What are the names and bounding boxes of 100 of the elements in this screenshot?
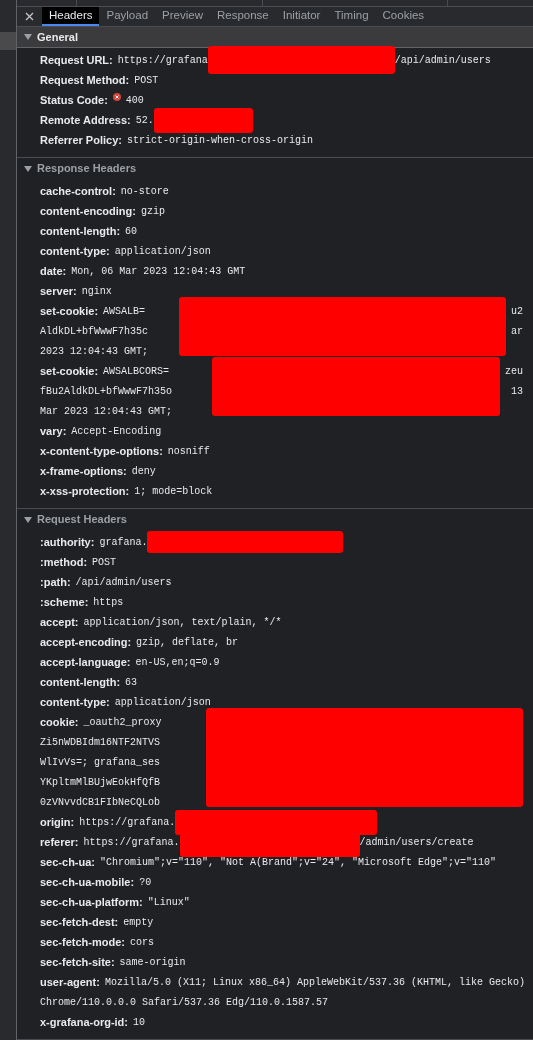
header-name: content-encoding:	[40, 203, 136, 219]
header-name: content-length:	[40, 223, 121, 239]
header-value: u2	[511, 304, 523, 319]
selected-row-strip	[0, 32, 16, 50]
header-name: referer:	[40, 834, 79, 850]
header-value: deny	[131, 464, 156, 479]
header-name: Referrer Policy:	[40, 132, 122, 148]
header-value: AWSALBCORS=	[103, 364, 170, 379]
triangle-down-icon	[24, 33, 32, 41]
header-value: WlIvVs=; grafana_ses	[40, 755, 161, 770]
header-value: AldkDL+bfWwwF7h35c	[40, 324, 149, 339]
header-value: application/json	[114, 244, 211, 259]
section-header[interactable]: Response Headers	[17, 158, 533, 179]
header-name: x-xss-protection:	[40, 483, 130, 499]
header-name: content-type:	[40, 694, 110, 710]
header-value: fBu2AldkDL+bfWwwF7h35o	[40, 384, 173, 399]
header-name: accept:	[40, 614, 79, 630]
header-value: Zi5nWDBIdm16NTF2NTVS	[40, 735, 161, 750]
header-value: https	[93, 595, 124, 610]
header-value: Mar 2023 12:04:43 GMT;	[40, 404, 173, 419]
header-value: zeu	[505, 364, 523, 379]
header-name: sec-ch-ua-mobile:	[40, 874, 135, 890]
header-name: sec-ch-ua-platform:	[40, 894, 143, 910]
header-name: x-content-type-options:	[40, 443, 163, 459]
header-value: grafana.	[99, 535, 148, 550]
tab[interactable]: Headers	[42, 6, 100, 26]
header-value: https://grafana.	[79, 815, 176, 830]
header-value: strict-origin-when-cross-origin	[126, 133, 313, 148]
header-value: https://grafana	[117, 53, 208, 68]
header-value: ?0	[139, 875, 152, 890]
header-name: server:	[40, 283, 77, 299]
header-value: gzip	[140, 204, 165, 219]
header-name: cache-control:	[40, 183, 116, 199]
header-name: Request Method:	[40, 72, 130, 88]
header-value: application/json	[114, 695, 211, 710]
header-name: x-grafana-org-id:	[40, 1014, 128, 1030]
header-value: application/json, text/plain, */*	[83, 615, 282, 630]
header-value: Mozilla/5.0 (X11; Linux x86_64) AppleWebKit/537.36 (KHTML, like Gecko)	[104, 975, 525, 990]
header-name: set-cookie:	[40, 303, 99, 319]
header-value: 10	[133, 1015, 145, 1030]
header-value: 13	[511, 384, 523, 399]
tab[interactable]: Initiator	[275, 6, 328, 26]
header-value: 52.	[135, 113, 154, 128]
header-value: https://grafana.	[83, 835, 180, 850]
header-value: Accept-Encoding	[71, 424, 162, 439]
header-value: 60	[125, 224, 138, 239]
header-value: 1; mode=block	[134, 484, 213, 499]
header-value: AWSALB=	[103, 304, 146, 319]
header-name: user-agent:	[40, 974, 100, 990]
header-name: content-length:	[40, 674, 121, 690]
header-value: "Chromium";v="110", "Not A(Brand";v="24", "Microsoft Edge";v="110"	[100, 855, 497, 870]
section-header[interactable]: General	[17, 27, 533, 48]
header-value: /api/admin/users	[394, 53, 491, 68]
tab[interactable]: Preview	[155, 6, 210, 26]
triangle-down-icon	[24, 515, 32, 524]
header-value: 63	[125, 675, 138, 690]
header-name: sec-ch-ua:	[40, 854, 96, 870]
tab[interactable]: Response	[209, 6, 276, 26]
header-value: POST	[92, 555, 117, 570]
tab[interactable]: Payload	[99, 6, 156, 26]
header-value: empty	[123, 915, 154, 930]
tab[interactable]: Cookies	[375, 6, 432, 26]
header-value: 400	[125, 93, 144, 108]
header-value: nginx	[81, 284, 112, 299]
header-value: POST	[134, 73, 159, 88]
header-name: :method:	[40, 554, 88, 570]
header-name: vary:	[40, 423, 67, 439]
header-name: :path:	[40, 574, 71, 590]
header-value: /admin/users/create	[359, 835, 474, 850]
header-value: gzip, deflate, br	[136, 635, 239, 650]
header-name: x-frame-options:	[40, 463, 127, 479]
header-name: sec-fetch-site:	[40, 954, 115, 970]
tab[interactable]: Timing	[327, 6, 376, 26]
header-value: Chrome/110.0.0.0 Safari/537.36 Edg/110.0.1587.57	[40, 995, 329, 1010]
header-name: content-type:	[40, 243, 110, 259]
header-name: sec-fetch-dest:	[40, 914, 119, 930]
header-value: YKpltmMlBUjwEokHfQfB	[40, 775, 161, 790]
header-value: cors	[129, 935, 154, 950]
header-value: /api/admin/users	[75, 575, 172, 590]
header-value: en-US,en;q=0.9	[135, 655, 220, 670]
header-name: Request URL:	[40, 52, 113, 68]
header-name: :authority:	[40, 534, 95, 550]
header-name: origin:	[40, 814, 75, 830]
header-name: sec-fetch-mode:	[40, 934, 125, 950]
triangle-down-icon	[24, 164, 32, 173]
header-value: _oauth2_proxy	[83, 715, 162, 730]
header-value: ar	[511, 324, 523, 339]
header-name: cookie:	[40, 714, 79, 730]
header-name: set-cookie:	[40, 363, 99, 379]
header-value: Mon, 06 Mar 2023 12:04:43 GMT	[71, 264, 246, 279]
header-name: Status Code:	[40, 92, 108, 108]
header-value: same-origin	[119, 955, 186, 970]
header-value: "Linux"	[147, 895, 190, 910]
header-value: 2023 12:04:43 GMT;	[40, 344, 149, 359]
header-value: nosniff	[167, 444, 210, 459]
header-name: accept-language:	[40, 654, 131, 670]
section-header[interactable]: Request Headers	[17, 509, 533, 530]
header-name: :scheme:	[40, 594, 89, 610]
header-name: Remote Address:	[40, 112, 131, 128]
header-value: no-store	[120, 184, 169, 199]
